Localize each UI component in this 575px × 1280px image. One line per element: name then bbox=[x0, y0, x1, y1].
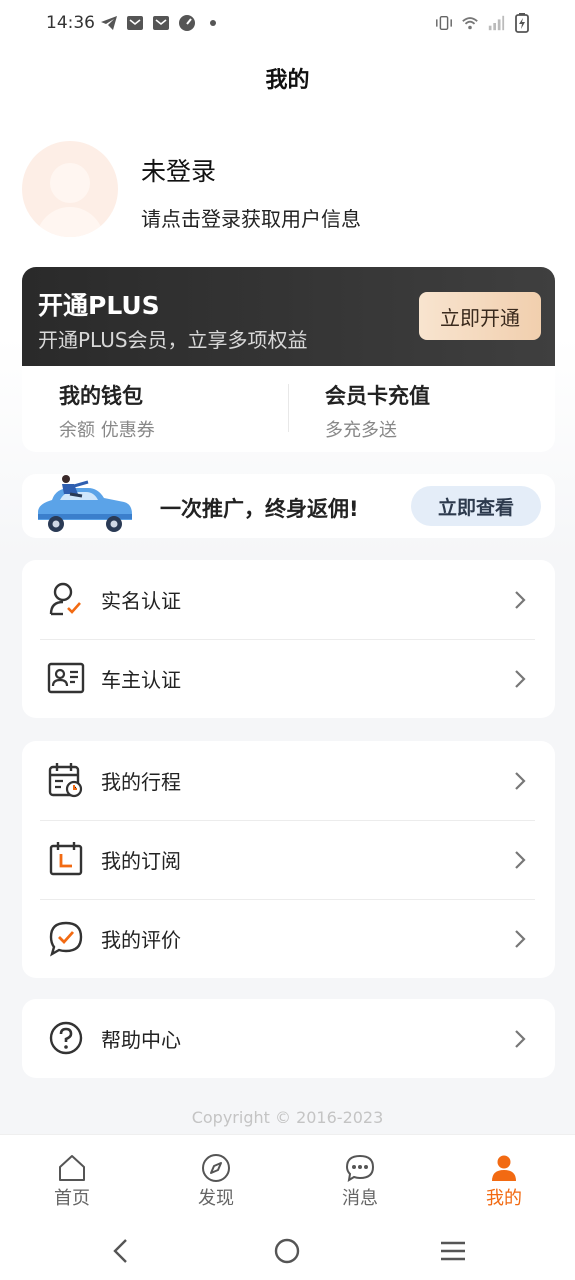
telegram-icon bbox=[100, 14, 118, 32]
wallet-section: 我的钱包 余额 优惠券 会员卡充值 多充多送 bbox=[22, 366, 555, 452]
plus-subtitle: 开通PLUS会员，立享多项权益 bbox=[38, 328, 308, 352]
chevron-right-icon bbox=[513, 668, 527, 690]
page-title: 我的 bbox=[265, 68, 310, 93]
back-icon[interactable] bbox=[106, 1236, 136, 1266]
verification-menu: 实名认证 车主认证 bbox=[22, 560, 555, 718]
message-icon bbox=[345, 1153, 375, 1183]
promo-banner[interactable]: 一次推广，终身返佣! 立即查看 bbox=[22, 474, 555, 538]
home-circle-icon[interactable] bbox=[272, 1236, 302, 1266]
home-icon bbox=[57, 1153, 87, 1183]
menu-label: 我的评价 bbox=[101, 928, 181, 952]
system-nav-bar bbox=[0, 1220, 575, 1280]
my-wallet[interactable]: 我的钱包 余额 优惠券 bbox=[59, 380, 155, 442]
wallet-subtitle: 余额 优惠券 bbox=[59, 420, 155, 441]
help-menu: 帮助中心 bbox=[22, 999, 555, 1078]
review-check-icon bbox=[47, 919, 85, 957]
tab-messages[interactable]: 消息 bbox=[305, 1135, 415, 1221]
plus-banner[interactable]: 开通PLUS 开通PLUS会员，立享多项权益 立即开通 bbox=[22, 267, 555, 366]
menu-item-subscriptions[interactable]: 我的订阅 bbox=[22, 820, 555, 899]
recharge-title: 会员卡充值 bbox=[325, 384, 430, 408]
dot-icon bbox=[204, 14, 222, 32]
activate-plus-button[interactable]: 立即开通 bbox=[419, 292, 541, 340]
tab-label: 消息 bbox=[342, 1188, 378, 1209]
tab-label: 发现 bbox=[198, 1188, 234, 1209]
status-bar: 14:36 bbox=[0, 0, 575, 48]
chevron-right-icon bbox=[513, 849, 527, 871]
promo-text: 一次推广，终身返佣! bbox=[160, 497, 359, 521]
tab-discover[interactable]: 发现 bbox=[161, 1135, 271, 1221]
avatar[interactable] bbox=[22, 141, 118, 237]
menu-label: 我的订阅 bbox=[101, 849, 181, 873]
wifi-icon bbox=[461, 14, 479, 32]
signal-icon bbox=[487, 14, 505, 32]
plus-title: 开通PLUS bbox=[38, 291, 160, 320]
battery-charging-icon bbox=[513, 13, 531, 33]
login-hint[interactable]: 请点击登录获取用户信息 bbox=[141, 203, 361, 232]
tab-label: 首页 bbox=[54, 1188, 90, 1209]
chevron-right-icon bbox=[513, 770, 527, 792]
menu-item-reviews[interactable]: 我的评价 bbox=[22, 899, 555, 978]
speedometer-icon bbox=[178, 14, 196, 32]
tab-bar: 首页 发现 消息 我的 bbox=[0, 1134, 575, 1220]
car-illustration-icon bbox=[30, 474, 140, 538]
mail-icon bbox=[126, 14, 144, 32]
help-circle-icon bbox=[47, 1019, 85, 1057]
plus-card: 开通PLUS 开通PLUS会员，立享多项权益 立即开通 我的钱包 余额 优惠券 … bbox=[22, 267, 555, 452]
activity-menu: 我的行程 我的订阅 我的评价 bbox=[22, 741, 555, 978]
menu-item-help[interactable]: 帮助中心 bbox=[22, 999, 555, 1078]
chevron-right-icon bbox=[513, 589, 527, 611]
divider bbox=[288, 384, 289, 432]
menu-item-trips[interactable]: 我的行程 bbox=[22, 741, 555, 820]
subscription-icon bbox=[47, 840, 85, 878]
copyright-text: Copyright © 2016-2023 bbox=[191, 1108, 384, 1127]
menu-label: 实名认证 bbox=[101, 589, 181, 613]
view-now-button[interactable]: 立即查看 bbox=[411, 486, 541, 526]
tab-label: 我的 bbox=[486, 1188, 522, 1209]
tab-mine[interactable]: 我的 bbox=[449, 1135, 559, 1221]
member-card-recharge[interactable]: 会员卡充值 多充多送 bbox=[325, 380, 430, 442]
status-time: 14:36 bbox=[46, 13, 95, 33]
wallet-title: 我的钱包 bbox=[59, 384, 143, 408]
mail-icon bbox=[152, 14, 170, 32]
profile-name[interactable]: 未登录 bbox=[141, 152, 216, 188]
user-verified-icon bbox=[47, 580, 85, 618]
menu-item-car-owner[interactable]: 车主认证 bbox=[22, 639, 555, 718]
menu-label: 帮助中心 bbox=[101, 1028, 181, 1052]
vibrate-icon bbox=[435, 14, 453, 32]
tab-home[interactable]: 首页 bbox=[17, 1135, 127, 1221]
menu-item-real-name[interactable]: 实名认证 bbox=[22, 560, 555, 639]
chevron-right-icon bbox=[513, 1028, 527, 1050]
person-icon bbox=[489, 1153, 519, 1183]
menu-label: 我的行程 bbox=[101, 770, 181, 794]
calendar-clock-icon bbox=[47, 761, 85, 799]
user-avatar-icon bbox=[50, 163, 90, 203]
compass-icon bbox=[201, 1153, 231, 1183]
id-card-icon bbox=[47, 659, 85, 697]
recharge-subtitle: 多充多送 bbox=[325, 420, 397, 441]
chevron-right-icon bbox=[513, 928, 527, 950]
menu-lines-icon[interactable] bbox=[438, 1236, 468, 1266]
menu-label: 车主认证 bbox=[101, 668, 181, 692]
